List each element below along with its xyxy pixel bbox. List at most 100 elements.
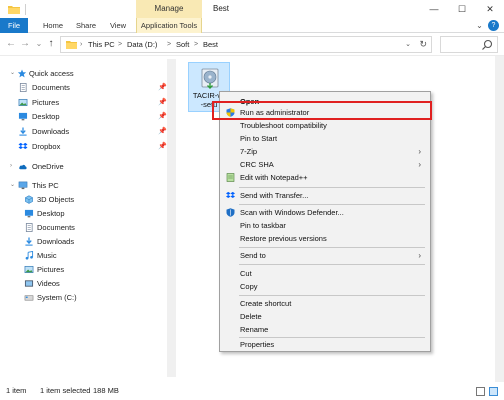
music-icon xyxy=(25,251,34,260)
address-bar[interactable]: › This PC > Data (D:) > Soft > Best ⌄ ↻ xyxy=(60,36,432,53)
menu-item-properties[interactable]: Properties xyxy=(221,338,429,351)
menu-item-label: Copy xyxy=(240,282,258,291)
menu-item-label: Pin to taskbar xyxy=(240,221,286,230)
menu-item-restore-previous-versions[interactable]: Restore previous versions xyxy=(221,232,429,245)
menu-separator xyxy=(239,295,425,296)
status-bar: 1 item 1 item selected 188 MB xyxy=(0,382,504,400)
back-arrow-icon[interactable]: ← xyxy=(4,37,18,51)
menu-item-crc-sha[interactable]: CRC SHA › xyxy=(221,158,429,171)
desktop-icon xyxy=(18,112,28,121)
menu-item-copy[interactable]: Copy xyxy=(221,280,429,293)
large-icons-view-button[interactable] xyxy=(489,387,498,396)
menu-item-troubleshoot-compatibility[interactable]: Troubleshoot compatibility xyxy=(221,119,429,132)
menu-item-label: Cut xyxy=(240,269,252,278)
maximize-button[interactable]: ☐ xyxy=(452,0,472,18)
breadcrumb-separator: › xyxy=(80,41,83,48)
breadcrumb-best[interactable]: Best xyxy=(203,37,218,52)
manage-context-tab[interactable]: Manage xyxy=(136,0,202,18)
nav-item-downloads[interactable]: Downloads 📌 xyxy=(0,124,170,139)
pictures-icon xyxy=(18,98,28,107)
breadcrumb-data-d[interactable]: Data (D:) xyxy=(127,37,157,52)
nav-item-desktop-pc[interactable]: Desktop xyxy=(0,206,170,221)
folder-icon[interactable] xyxy=(8,5,20,14)
nav-item-videos[interactable]: Videos xyxy=(0,276,170,291)
title-bar: Manage Best — ☐ ✕ xyxy=(0,0,504,18)
menu-item-send-with-transfer[interactable]: Send with Transfer... xyxy=(221,189,429,202)
nav-label: Downloads xyxy=(32,127,70,136)
chevron-right-icon[interactable]: › xyxy=(10,159,12,174)
details-view-button[interactable] xyxy=(476,387,485,396)
nav-label: Documents xyxy=(32,83,70,92)
nav-item-system-c[interactable]: System (C:) xyxy=(0,290,170,305)
nav-label: Pictures xyxy=(37,265,65,274)
address-dropdown-icon[interactable]: ⌄ xyxy=(405,37,411,52)
menu-item-send-to[interactable]: Send to › xyxy=(221,249,429,262)
menu-item-create-shortcut[interactable]: Create shortcut xyxy=(221,297,429,310)
nav-item-dropbox[interactable]: Dropbox 📌 xyxy=(0,139,170,154)
folder-icon xyxy=(66,41,77,49)
navigation-scrollbar[interactable] xyxy=(167,59,176,377)
chevron-down-icon[interactable]: ⌄ xyxy=(10,178,15,193)
nav-item-music[interactable]: Music xyxy=(0,248,170,263)
tab-home[interactable]: Home xyxy=(36,18,70,33)
nav-onedrive[interactable]: › OneDrive xyxy=(0,159,170,174)
menu-item-scan-with-defender[interactable]: Scan with Windows Defender... xyxy=(221,206,429,219)
menu-item-label: Pin to Start xyxy=(240,134,278,143)
expand-ribbon-icon[interactable]: ⌄ xyxy=(474,20,485,31)
menu-item-delete[interactable]: Delete xyxy=(221,310,429,323)
menu-item-pin-to-taskbar[interactable]: Pin to taskbar xyxy=(221,219,429,232)
computer-icon xyxy=(18,181,28,190)
pictures-icon xyxy=(24,265,34,274)
nav-label: Dropbox xyxy=(32,142,61,151)
menu-item-pin-to-start[interactable]: Pin to Start xyxy=(221,132,429,145)
nav-item-downloads-pc[interactable]: Downloads xyxy=(0,234,170,249)
videos-icon xyxy=(24,280,34,287)
pin-icon: 📌 xyxy=(158,143,167,150)
nav-item-pictures[interactable]: Pictures 📌 xyxy=(0,95,170,110)
tab-share[interactable]: Share xyxy=(72,18,100,33)
menu-item-rename[interactable]: Rename xyxy=(221,323,429,336)
close-button[interactable]: ✕ xyxy=(480,0,500,18)
content-scrollbar[interactable] xyxy=(495,56,504,382)
breadcrumb-separator[interactable]: > xyxy=(118,37,122,52)
refresh-icon[interactable]: ↻ xyxy=(419,37,427,52)
menu-separator xyxy=(239,264,425,265)
highlight-annotation xyxy=(212,101,432,120)
search-icon xyxy=(482,39,493,50)
documents-icon xyxy=(19,83,27,92)
search-input[interactable] xyxy=(440,36,498,53)
breadcrumb-separator[interactable]: > xyxy=(194,37,198,52)
nav-item-desktop[interactable]: Desktop 📌 xyxy=(0,109,170,124)
nav-item-documents-pc[interactable]: Documents xyxy=(0,220,170,235)
tab-file[interactable]: File xyxy=(0,18,28,33)
help-icon[interactable]: ? xyxy=(488,20,499,31)
tab-application-tools[interactable]: Application Tools xyxy=(136,18,202,33)
chevron-down-icon[interactable]: ⌄ xyxy=(10,66,15,81)
tab-view[interactable]: View xyxy=(104,18,132,33)
pin-icon: 📌 xyxy=(158,84,167,91)
minimize-button[interactable]: — xyxy=(424,0,444,18)
submenu-arrow-icon: › xyxy=(418,147,421,156)
menu-item-label: Create shortcut xyxy=(240,299,292,308)
menu-item-7zip[interactable]: 7-Zip › xyxy=(221,145,429,158)
nav-item-pictures-pc[interactable]: Pictures xyxy=(0,262,170,277)
menu-item-label: Rename xyxy=(240,325,269,334)
menu-item-edit-with-notepad[interactable]: Edit with Notepad++ xyxy=(221,171,429,184)
nav-label: Downloads xyxy=(37,237,75,246)
nav-item-documents[interactable]: Documents 📌 xyxy=(0,80,170,95)
breadcrumb-this-pc[interactable]: This PC xyxy=(88,37,115,52)
drive-icon xyxy=(24,295,34,301)
forward-arrow-icon[interactable]: → xyxy=(18,37,32,51)
defender-icon xyxy=(226,208,235,217)
breadcrumb-separator[interactable]: > xyxy=(167,37,171,52)
nav-item-3d-objects[interactable]: 3D Objects xyxy=(0,192,170,207)
installer-icon xyxy=(201,68,219,89)
documents-icon xyxy=(25,223,33,232)
context-menu: Open Run as administrator Troubleshoot c… xyxy=(219,91,431,352)
up-arrow-icon[interactable]: ↑ xyxy=(44,37,58,51)
pin-icon: 📌 xyxy=(158,99,167,106)
breadcrumb-soft[interactable]: Soft xyxy=(176,37,189,52)
menu-item-cut[interactable]: Cut xyxy=(221,267,429,280)
nav-this-pc[interactable]: ⌄ This PC xyxy=(0,178,170,193)
nav-quick-access[interactable]: ⌄ Quick access xyxy=(0,66,170,81)
